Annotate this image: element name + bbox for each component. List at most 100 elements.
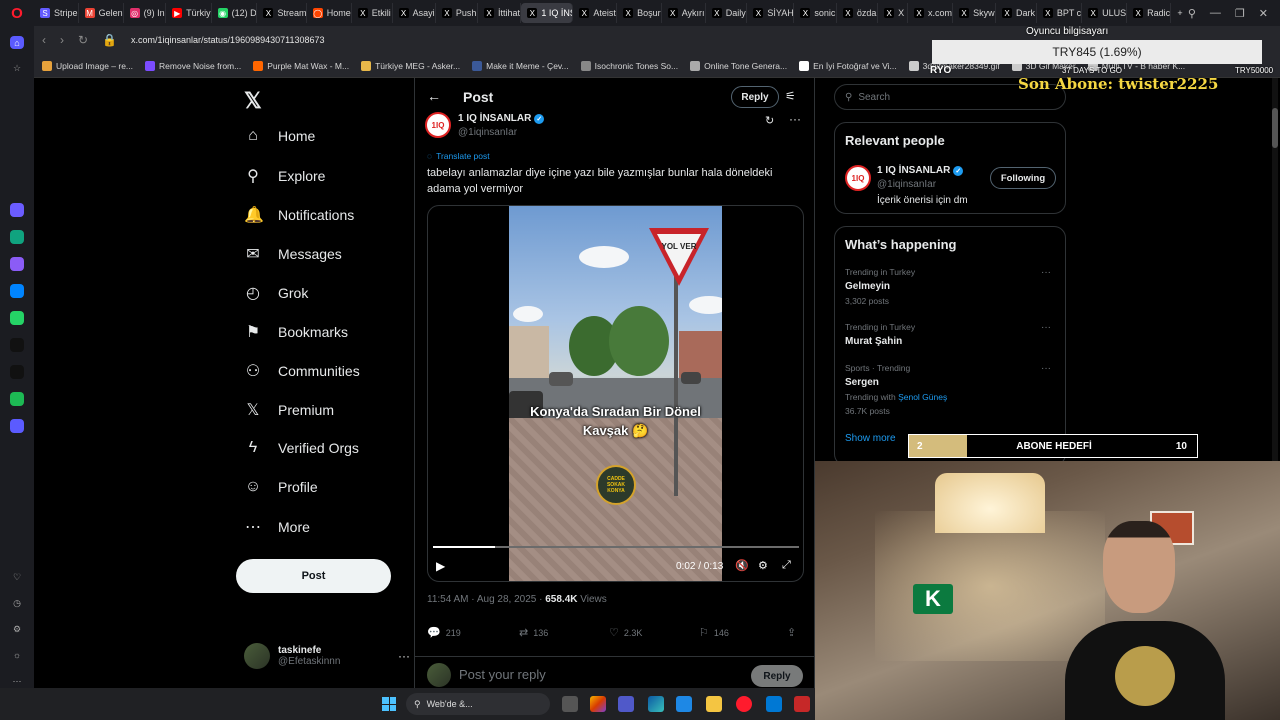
tiktok-icon[interactable] (10, 338, 24, 353)
author-avatar[interactable]: 1IQ (425, 112, 451, 138)
star-icon[interactable]: ☆ (10, 62, 24, 75)
translate-post-link[interactable]: ◌ Translate post (427, 151, 490, 161)
nav-item-verified-orgs[interactable]: ϟ Verified Orgs (244, 439, 359, 457)
home-sidebar-icon[interactable]: ⌂ (10, 36, 24, 50)
account-switcher[interactable]: taskinefe @Efetaskinnn ··· (244, 643, 410, 669)
cs-icon[interactable] (10, 257, 24, 272)
relevant-name[interactable]: 1 IQ İNSANLAR ✓ (877, 165, 964, 176)
browser-tab[interactable]: ▶ Türkiy (166, 3, 212, 23)
trend-item[interactable]: Trending in Turkey Murat Şahin ··· (845, 322, 1059, 347)
bookmark-action[interactable]: ⚐ 146 (699, 626, 729, 639)
url-field[interactable]: x.com/1iqinsanlar/status/196098943071130… (131, 35, 324, 45)
browser-tab[interactable]: X ULUS (1082, 3, 1128, 23)
opera-taskbar-icon[interactable] (736, 696, 752, 712)
video-progress-bar[interactable] (433, 546, 799, 548)
trend-more-icon[interactable]: ··· (1041, 322, 1051, 333)
post-more-icon[interactable]: ··· (789, 112, 801, 126)
browser-tab[interactable]: X Stream (257, 3, 307, 23)
spotify-icon[interactable] (10, 392, 24, 407)
browser-tab[interactable]: Xx.com (908, 3, 954, 23)
bookmark-item[interactable]: Upload Image – re... (42, 60, 133, 71)
back-arrow-icon[interactable]: ← (427, 88, 441, 104)
browser-tab[interactable]: X1 IQ İNSAN (521, 3, 574, 23)
nav-item-grok[interactable]: ◴ Grok (244, 283, 308, 303)
outlook-icon[interactable] (766, 696, 782, 712)
nav-item-premium[interactable]: 𝕏 Premium (244, 400, 334, 420)
bookmark-item[interactable]: En İyi Fotoğraf ve Vi... (799, 60, 897, 71)
nav-item-messages[interactable]: ✉ Messages (244, 244, 342, 264)
forward-icon[interactable]: › (60, 33, 64, 47)
app-icon[interactable] (794, 696, 810, 712)
scroll-thumb[interactable] (1272, 108, 1278, 148)
windows-start-icon[interactable] (382, 697, 396, 711)
bookmark-item[interactable]: Online Tone Genera... (690, 60, 787, 71)
history-icon[interactable]: ◷ (10, 597, 24, 610)
bookmark-item[interactable]: Isochronic Tones So... (580, 60, 678, 71)
app-icon[interactable] (676, 696, 692, 712)
nav-item-notifications[interactable]: 🔔 Notifications (244, 205, 354, 225)
browser-tab[interactable]: X İttihat (478, 3, 522, 23)
browser-tab[interactable]: X Skyw (953, 3, 996, 23)
browser-tab[interactable]: X Etkili (352, 3, 393, 23)
play-icon[interactable]: ▶ (436, 559, 445, 573)
repost-action[interactable]: ⇄ 136 (519, 626, 548, 639)
show-more-link[interactable]: Show more (845, 433, 896, 444)
x-icon[interactable] (10, 365, 24, 380)
browser-tab[interactable]: M Gelen (79, 3, 124, 23)
browser-tab[interactable]: Xözda (837, 3, 879, 23)
browser-tab[interactable]: X Ateist (573, 3, 618, 23)
close-window-icon[interactable]: ✕ (1259, 7, 1268, 20)
relevant-avatar[interactable]: 1IQ (845, 165, 871, 191)
heart-icon[interactable]: ♡ (10, 571, 24, 584)
chatgpt-icon[interactable] (10, 230, 24, 245)
more-dots-icon[interactable]: ⋯ (10, 675, 24, 688)
nav-item-more[interactable]: ⋯ More (244, 517, 310, 537)
settings-icon[interactable]: ⚙ (10, 623, 24, 636)
trend-item[interactable]: Sports · Trending Sergen Trending with Ş… (845, 363, 1059, 416)
browser-tab[interactable]: X Daily (706, 3, 748, 23)
task-view-icon[interactable] (562, 696, 578, 712)
post-timestamp[interactable]: 11:54 AM · Aug 28, 2025 · (427, 594, 545, 605)
file-explorer-icon[interactable] (706, 696, 722, 712)
browser-tab[interactable]: X Aykırı (662, 3, 706, 23)
teams-icon[interactable] (618, 696, 634, 712)
grok-explain-icon[interactable]: ↻ (765, 114, 774, 127)
search-tabs-icon[interactable]: ⚲ (1188, 7, 1196, 20)
player-icon[interactable] (10, 419, 24, 434)
maximize-icon[interactable]: ❐ (1235, 7, 1245, 20)
bookmark-item[interactable]: Remove Noise from... (145, 60, 241, 71)
fullscreen-icon[interactable]: ⤢ (782, 559, 791, 572)
trend-item[interactable]: Trending in Turkey Gelmeyin 3,302 posts … (845, 267, 1059, 306)
back-icon[interactable]: ‹ (42, 33, 46, 47)
share-action[interactable]: ⇪ (787, 626, 796, 639)
browser-tab[interactable]: ◉ (12) D (212, 3, 258, 23)
bookmark-item[interactable]: Make it Meme - Çev... (472, 60, 569, 71)
browser-tab[interactable]: ◎ (9) In (124, 3, 167, 23)
minimize-icon[interactable]: — (1210, 7, 1221, 19)
nav-item-home[interactable]: ⌂ Home (244, 127, 315, 145)
following-button[interactable]: Following (990, 167, 1056, 189)
nav-item-explore[interactable]: ⚲ Explore (244, 166, 325, 186)
author-name[interactable]: 1 IQ İNSANLAR ✓ (458, 113, 545, 124)
edge-icon[interactable] (648, 696, 664, 712)
compose-post-button[interactable]: Post (236, 559, 391, 593)
filter-icon[interactable]: ⚟ (785, 89, 796, 103)
browser-tab[interactable]: Xsonic (794, 3, 837, 23)
browser-tab[interactable]: X Radic (1127, 3, 1172, 23)
aria-icon[interactable] (10, 203, 24, 218)
like-action[interactable]: ♡ 2.3K (609, 626, 642, 639)
bookmark-item[interactable]: Türkiye MEG - Asker... (361, 60, 460, 71)
nav-item-profile[interactable]: ☺ Profile (244, 478, 318, 496)
browser-tab[interactable]: X Push (436, 3, 478, 23)
bookmark-item[interactable]: Purple Mat Wax - M... (253, 60, 349, 71)
author-handle[interactable]: @1iqinsanIar (458, 127, 517, 138)
whatsapp-icon[interactable] (10, 311, 24, 326)
mute-icon[interactable]: 🔇 (735, 559, 749, 572)
browser-tab[interactable]: X Dark (996, 3, 1037, 23)
new-tab-button[interactable]: + (1171, 3, 1187, 23)
nav-item-communities[interactable]: ⚇ Communities (244, 361, 360, 381)
browser-tab[interactable]: XX (878, 3, 909, 23)
taskbar-search[interactable]: ⚲ Web'de &... (406, 693, 550, 715)
browser-tab[interactable]: ◯ Home (307, 3, 352, 23)
reply-input[interactable]: Post your reply (459, 667, 546, 682)
